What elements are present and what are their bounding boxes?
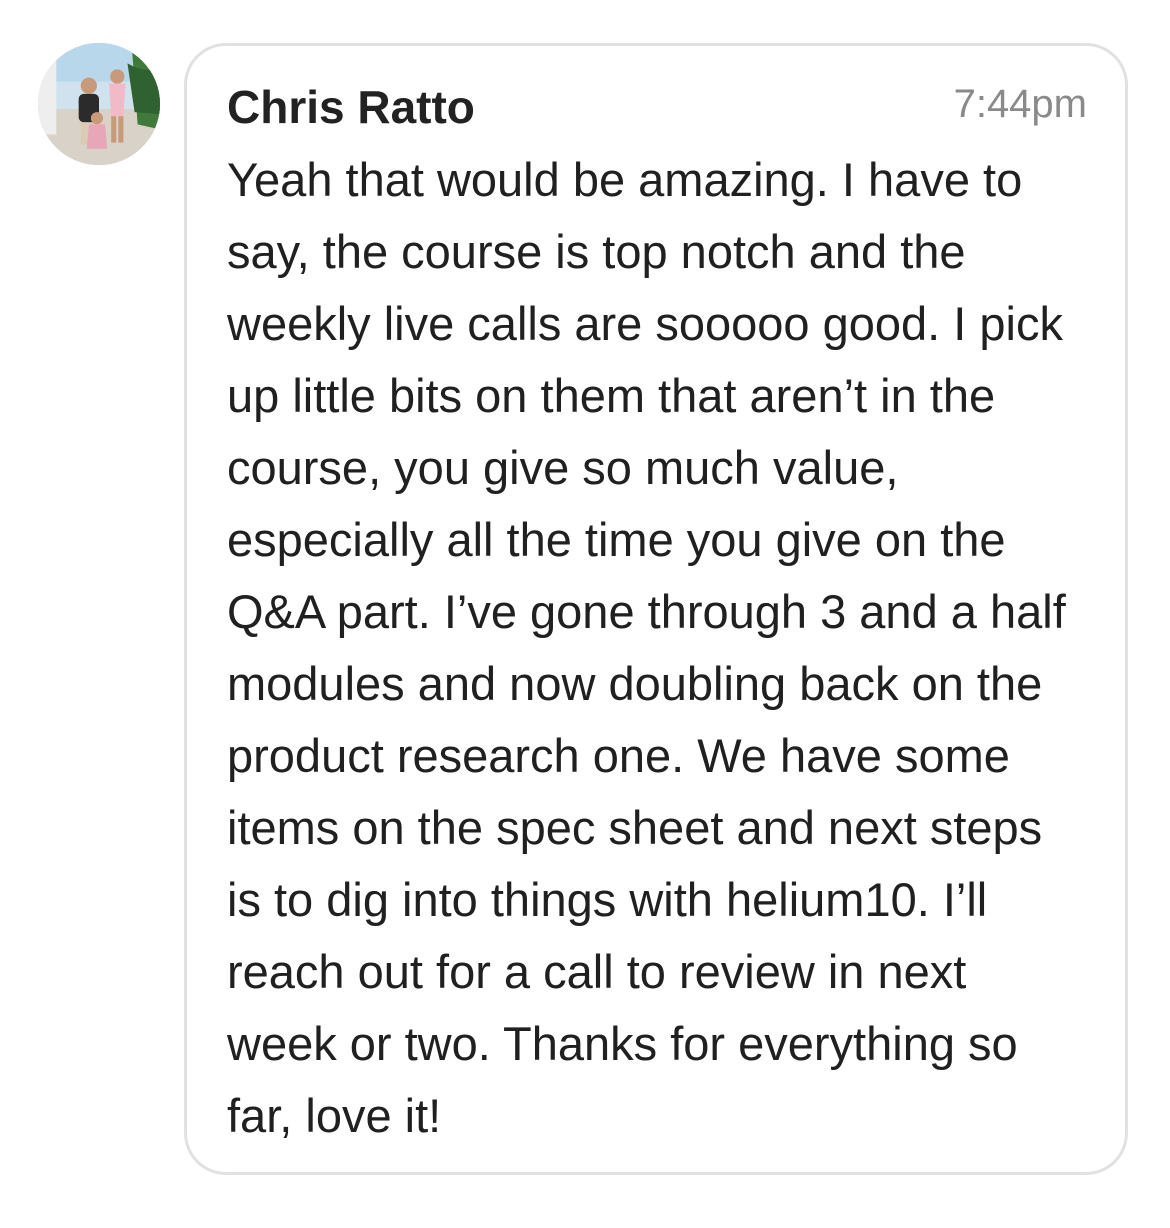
message-timestamp: 7:44pm <box>953 82 1087 126</box>
user-photo-avatar-icon <box>38 43 160 165</box>
message-text: Yeah that would be amazing. I have to sa… <box>227 153 1066 1142</box>
avatar[interactable] <box>38 43 160 165</box>
message-bubble[interactable]: Chris Ratto 7:44pm Yeah that would be am… <box>184 43 1128 1175</box>
sender-name[interactable]: Chris Ratto <box>227 80 475 134</box>
